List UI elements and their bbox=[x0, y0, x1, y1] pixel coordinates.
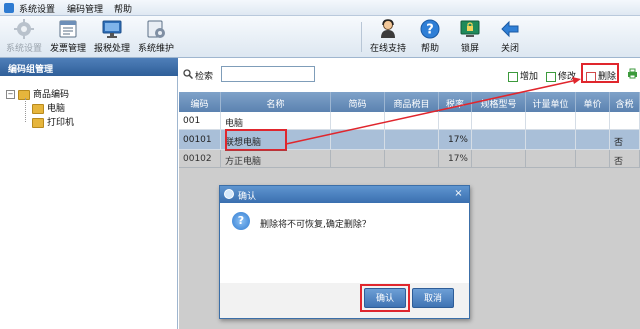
dialog-title: 确认 bbox=[220, 186, 469, 203]
question-icon: ? bbox=[232, 212, 250, 230]
dialog-body bbox=[220, 203, 469, 283]
dialog-message: 删除将不可恢复,确定删除？ bbox=[260, 220, 371, 230]
dialog-title-icon bbox=[224, 189, 234, 199]
confirm-dialog: 确认 × ? 删除将不可恢复,确定删除？ 确认 取消 bbox=[219, 185, 470, 319]
ok-highlight-box bbox=[360, 284, 410, 312]
confirm-cancel-button[interactable]: 取消 bbox=[412, 288, 454, 308]
dialog-close-button[interactable]: × bbox=[452, 188, 465, 201]
